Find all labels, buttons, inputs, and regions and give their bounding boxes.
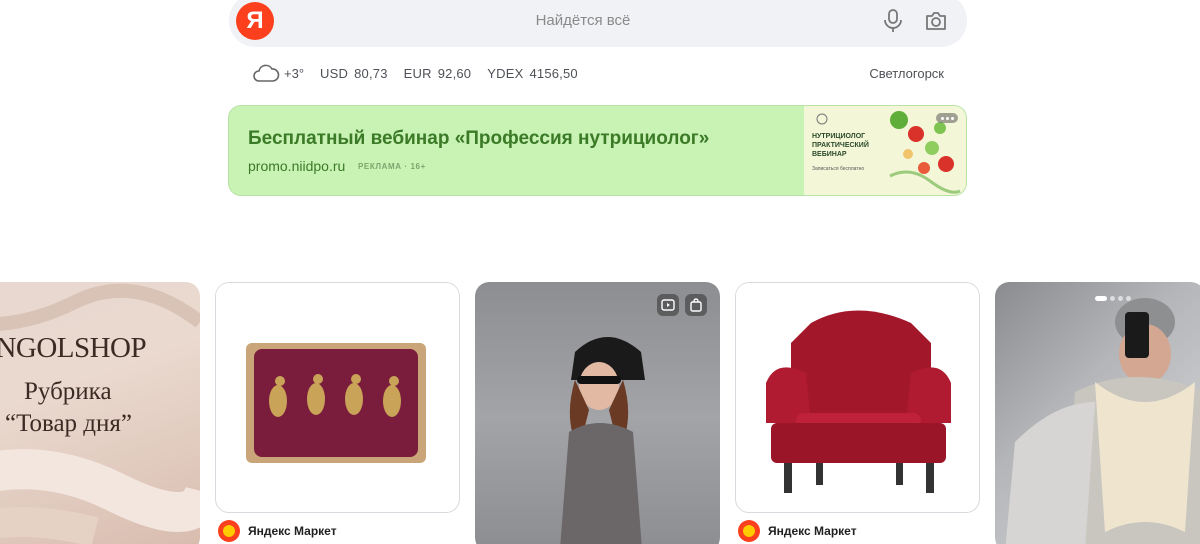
feed-card[interactable]: Яндекс Маркет: [735, 282, 980, 544]
yandex-logo[interactable]: Я: [236, 2, 274, 40]
card-source[interactable]: Яндекс Маркет: [738, 520, 857, 542]
rate-usd[interactable]: USD 80,73: [320, 66, 388, 81]
temperature[interactable]: +3°: [284, 66, 304, 81]
feed-card[interactable]: ONGOLSHOP Рубрика “Товар дня”: [0, 282, 200, 544]
microphone-icon[interactable]: [881, 8, 905, 34]
info-row: +3° USD 80,73 EUR 92,60 YDEX 4156,50 Светло…: [252, 62, 944, 84]
card-image[interactable]: [735, 282, 980, 513]
card-image[interactable]: ONGOLSHOP Рубрика “Товар дня”: [0, 282, 200, 544]
rate-value: 4156,50: [529, 65, 578, 81]
card-source[interactable]: Яндекс Маркет: [218, 520, 337, 542]
ad-banner[interactable]: Бесплатный вебинар «Профессия нутрициоло…: [228, 105, 967, 196]
yandex-market-icon: [738, 520, 760, 542]
feed-card[interactable]: [475, 282, 720, 544]
ad-title[interactable]: Бесплатный вебинар «Профессия нутрициоло…: [248, 128, 709, 150]
cloud-icon[interactable]: [252, 62, 280, 84]
ad-image[interactable]: НУТРИЦИОЛОГ ПРАКТИЧЕСКИЙ ВЕБИНАР Записат…: [804, 106, 966, 195]
card-image[interactable]: [475, 282, 720, 544]
ad-image-text: НУТРИЦИОЛОГ ПРАКТИЧЕСКИЙ ВЕБИНАР: [812, 133, 869, 158]
brand-text: ONGOLSHOP: [0, 332, 147, 364]
rate-name: USD: [320, 65, 349, 81]
rate-ydex[interactable]: YDEX 4156,50: [487, 66, 578, 81]
rate-value: 92,60: [437, 65, 472, 81]
more-icon[interactable]: [936, 113, 958, 123]
search-bar[interactable]: Я: [229, 0, 967, 47]
rate-value: 80,73: [354, 65, 388, 81]
camera-search-icon[interactable]: [923, 8, 949, 34]
ad-domain[interactable]: promo.niidpo.ru: [248, 158, 345, 174]
shopping-bag-icon[interactable]: [685, 294, 707, 316]
source-name: Яндекс Маркет: [768, 524, 857, 538]
rate-name: YDEX: [487, 65, 524, 81]
ad-image-caption: Записаться бесплатно: [812, 166, 865, 172]
feed-card[interactable]: Яндекс Маркет: [215, 282, 460, 544]
city-link[interactable]: Светлогорск: [869, 66, 944, 81]
yandex-market-icon: [218, 520, 240, 542]
fashion-photo: [560, 337, 645, 544]
scarf-photo: [1005, 298, 1200, 544]
rate-name: EUR: [403, 65, 432, 81]
video-icon[interactable]: [657, 294, 679, 316]
pillow-image: [246, 343, 426, 463]
carousel-indicator: [1095, 296, 1131, 301]
rate-eur[interactable]: EUR 92,60: [404, 66, 472, 81]
armchair-image: [766, 310, 951, 493]
card-image[interactable]: [995, 282, 1200, 544]
rubric-text: Рубрика: [24, 378, 112, 405]
product-of-day-text: “Товар дня”: [5, 410, 133, 437]
page: Я +3° USD 80,73 EUR 92,60 YDEX 4156,50 Свет…: [0, 0, 1200, 544]
search-input[interactable]: [289, 6, 877, 34]
ad-label: РЕКЛАМА · 16+: [358, 162, 426, 171]
feed-card[interactable]: [995, 282, 1200, 544]
source-name: Яндекс Маркет: [248, 524, 337, 538]
card-image[interactable]: [215, 282, 460, 513]
